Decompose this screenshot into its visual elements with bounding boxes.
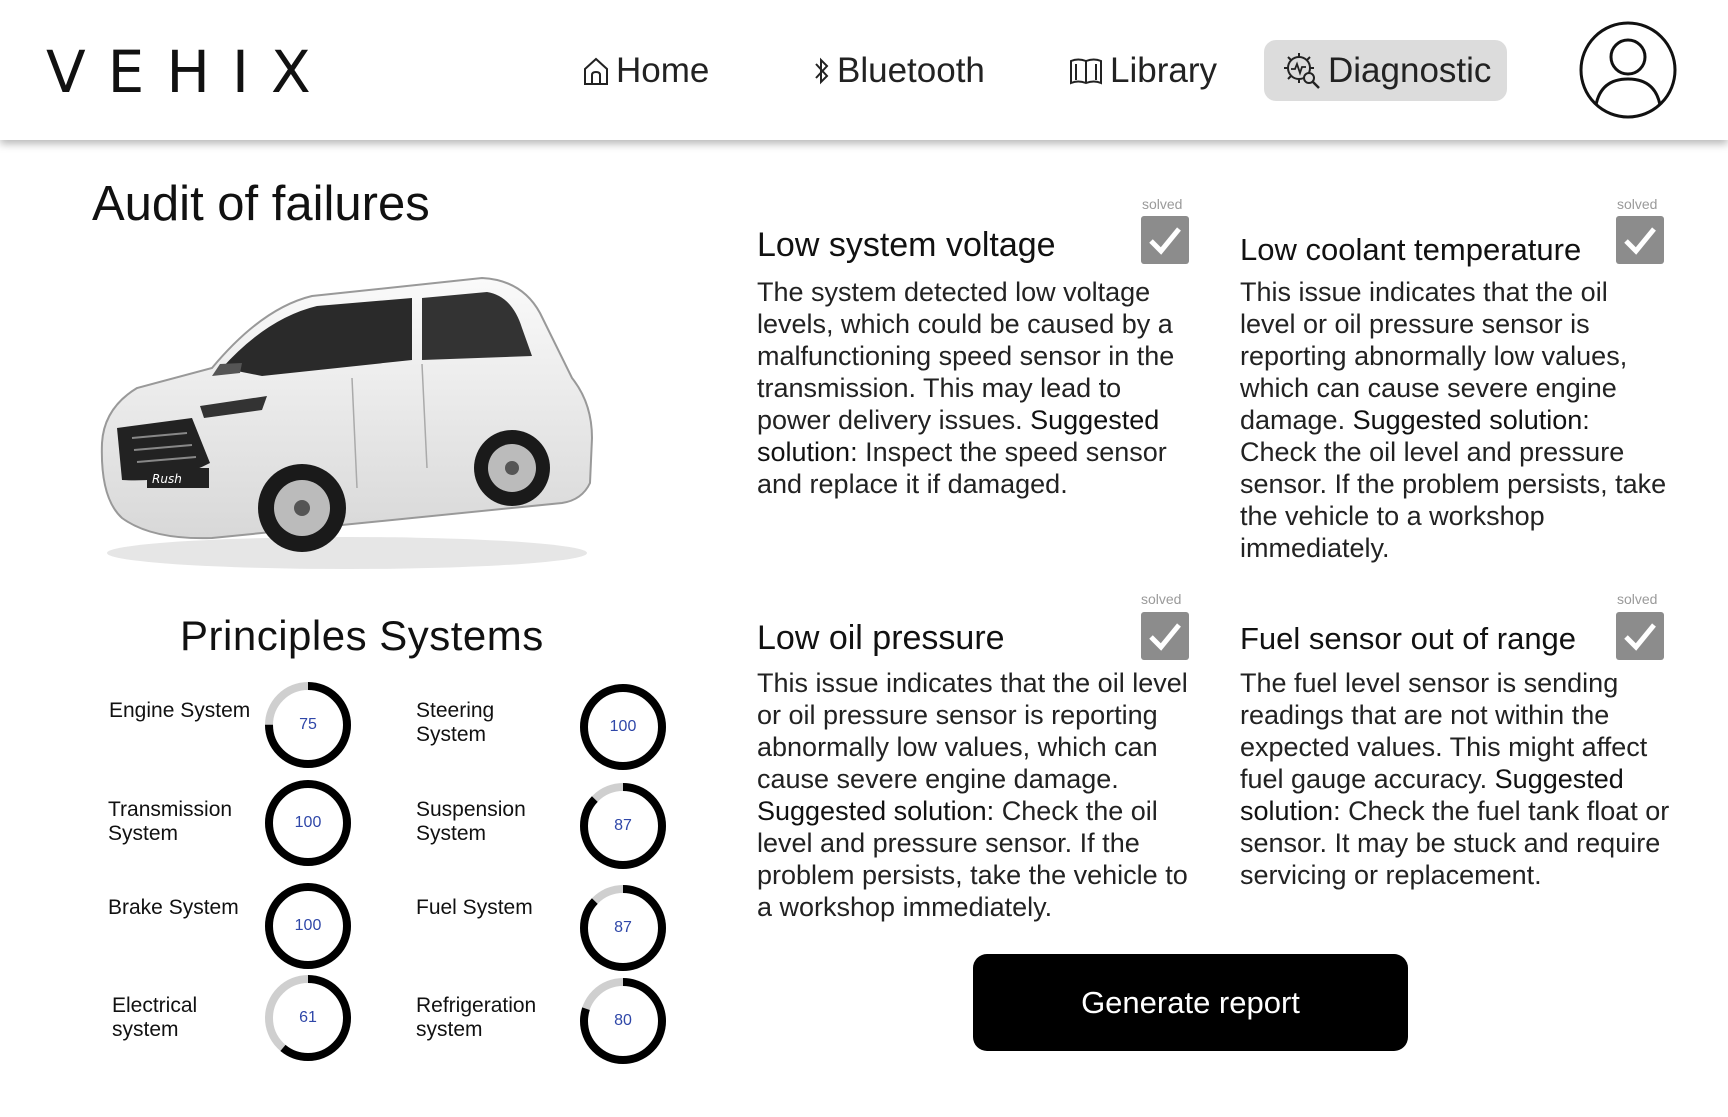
failure-description: The fuel level sensor is sending reading… [1240, 667, 1670, 891]
book-icon [1070, 58, 1102, 85]
gauge-value: 75 [299, 716, 317, 733]
system-gauge[interactable]: 87 [578, 883, 668, 973]
failure-title: Low coolant temperature [1240, 232, 1582, 267]
solved-checkbox[interactable] [1141, 216, 1189, 264]
home-icon [584, 57, 608, 85]
check-icon [1624, 623, 1656, 651]
system-gauge[interactable]: 100 [263, 778, 353, 868]
system-label: Electrical system [112, 994, 198, 1041]
system-gauge[interactable]: 87 [578, 781, 668, 871]
solved-checkbox[interactable] [1616, 216, 1664, 264]
solved-label: solved [1141, 591, 1182, 607]
nav-diagnostic-label: Diagnostic [1328, 50, 1492, 90]
failure-title: Low system voltage [757, 226, 1056, 264]
nav-home[interactable]: Home [564, 40, 727, 101]
nav-bluetooth-label: Bluetooth [837, 50, 985, 90]
generate-report-button[interactable]: Generate report [973, 954, 1408, 1051]
user-avatar-icon[interactable] [1579, 21, 1677, 119]
gauge-value: 61 [299, 1009, 317, 1026]
system-label: Transmission System [108, 798, 233, 845]
system-gauge[interactable]: 100 [263, 881, 353, 971]
system-gauge[interactable]: 100 [578, 682, 668, 772]
failure-description-text: This issue indicates that the oil level … [757, 668, 1188, 794]
check-icon [1624, 227, 1656, 255]
system-gauge[interactable]: 75 [263, 680, 353, 770]
gauge-value: 87 [614, 817, 632, 834]
gauge-value: 100 [294, 917, 322, 934]
top-navbar: VEHIX Home Bluetooth Library Diagnostic [0, 0, 1728, 140]
gauge-value: 100 [294, 814, 322, 831]
solved-label: solved [1617, 196, 1658, 212]
check-icon [1149, 623, 1181, 651]
gauge-value: 80 [614, 1012, 632, 1029]
system-label: Engine System [109, 699, 251, 722]
bluetooth-icon [815, 57, 829, 84]
system-label: Steering System [416, 699, 495, 746]
diagnostic-gear-icon [1284, 52, 1320, 89]
solved-label: solved [1617, 591, 1658, 607]
gauge-value: 87 [614, 919, 632, 936]
system-label: Brake System [108, 896, 239, 919]
car-image: Rush [100, 276, 594, 569]
failure-description: The system detected low voltage levels, … [757, 276, 1197, 500]
gauge-value: 100 [609, 718, 637, 735]
failure-description: This issue indicates that the oil level … [1240, 276, 1670, 564]
nav-bluetooth[interactable]: Bluetooth [795, 40, 1003, 101]
system-gauge[interactable]: 61 [263, 973, 353, 1063]
solution-label: Suggested solution: [757, 796, 995, 826]
system-label: Fuel System [416, 896, 533, 919]
nav-library-label: Library [1110, 50, 1217, 90]
solution-text: Check the oil level and pressure sensor.… [1240, 437, 1667, 563]
svg-text:Rush: Rush [152, 472, 182, 486]
solved-checkbox[interactable] [1616, 612, 1664, 660]
failure-description: This issue indicates that the oil level … [757, 667, 1197, 923]
check-icon [1149, 227, 1181, 255]
systems-title: Principles Systems [180, 612, 544, 659]
solution-label: Suggested solution: [1352, 405, 1590, 435]
page-title: Audit of failures [92, 177, 430, 231]
system-label: Suspension System [416, 798, 526, 845]
nav-home-label: Home [616, 50, 710, 90]
nav-library[interactable]: Library [1050, 40, 1235, 101]
solved-label: solved [1142, 196, 1183, 212]
nav-diagnostic[interactable]: Diagnostic [1264, 40, 1507, 101]
solved-checkbox[interactable] [1141, 612, 1189, 660]
failure-title: Low oil pressure [757, 619, 1005, 657]
system-label: Refrigeration system [416, 994, 537, 1041]
app-logo[interactable]: VEHIX [46, 38, 333, 106]
system-gauge[interactable]: 80 [578, 976, 668, 1066]
failure-title: Fuel sensor out of range [1240, 621, 1577, 656]
